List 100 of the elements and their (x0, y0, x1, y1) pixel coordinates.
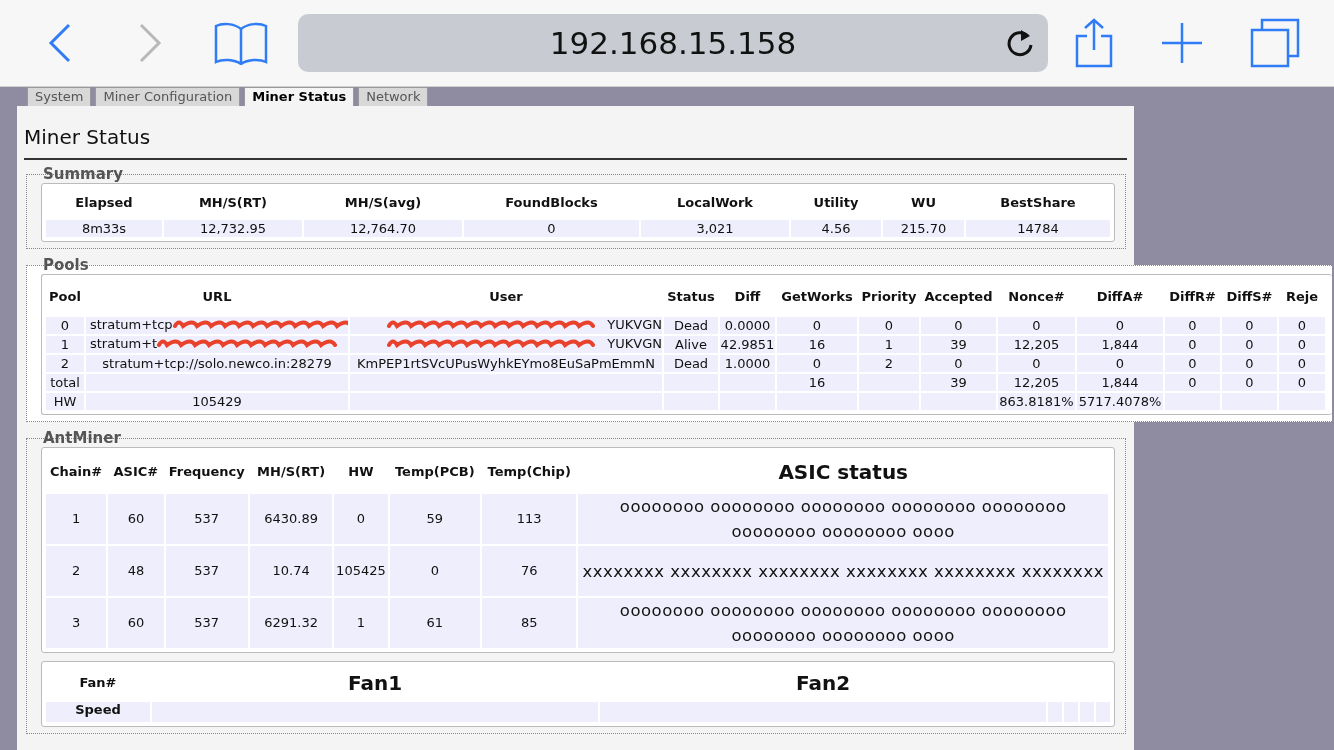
column-header: Fan# (78, 674, 118, 693)
column-header: DiffS# (1225, 288, 1274, 307)
table-cell-text: 0 (1188, 355, 1197, 371)
section-legend: AntMiner (41, 429, 1115, 447)
table-cell-text: 39 (950, 336, 967, 352)
column-header: Nonce# (1007, 288, 1066, 307)
table-cell: 8m33s (46, 220, 162, 237)
table-cell-text: 2 (884, 355, 894, 371)
table-cell-text: 1 (884, 336, 894, 352)
column-header: URL (201, 288, 233, 307)
table-cell-text: 42.9851 (720, 336, 775, 352)
column-header: DiffR# (1168, 288, 1217, 307)
table-cell-text: 0 (1115, 317, 1125, 333)
table-cell-text: 0 (1032, 355, 1041, 371)
table-cell-text: Dead (673, 355, 709, 371)
table-cell-text: YUKVGN (607, 317, 662, 333)
table-cell: 59 (389, 494, 480, 544)
table-cell-text: 0 (1188, 374, 1197, 390)
table-cell: 1 (334, 598, 388, 648)
table-cell: 6291.32 (249, 598, 333, 648)
column-header: Elapsed (74, 194, 134, 213)
column-header: GetWorks (780, 288, 854, 307)
table-cell: oooooooo oooooooo oooooooo oooooooo oooooooo oooooooo oooooooo oooo (578, 494, 1108, 544)
table-cell: 0 (464, 220, 639, 237)
table-cell-text: stratum+t (90, 336, 158, 352)
table-cell-text: stratum+tcp (90, 317, 173, 333)
table-cell-text: total (50, 374, 80, 390)
table-cell: 76 (482, 546, 577, 596)
column-header: WU (910, 194, 937, 213)
tab[interactable]: Miner Status (244, 87, 355, 106)
column-header: Utility (812, 194, 860, 213)
column-header: DiffA# (1095, 288, 1145, 307)
table-cell-text: 863.8181% (999, 393, 1074, 409)
tab[interactable]: Miner Configuration (95, 87, 241, 106)
table-cell-text: 0 (1245, 355, 1254, 371)
url-text: 192.168.15.158 (549, 23, 797, 63)
table-cell-text: 1,844 (1101, 336, 1139, 352)
table-cell: 61 (389, 598, 480, 648)
column-header: Fan1 (346, 670, 404, 697)
column-header: Frequency (167, 463, 246, 482)
table-cell: 12,732.95 (164, 220, 302, 237)
table-cell-text: Alive (675, 336, 707, 352)
table-cell: 1 (46, 494, 107, 544)
table-cell: 537 (165, 598, 248, 648)
table-cell-text: 1 (60, 336, 70, 352)
table-cell-text: 0 (1297, 317, 1307, 333)
column-header: LocalWork (676, 194, 754, 213)
column-header: ASIC# (112, 463, 160, 482)
table-cell-text: 1,844 (1101, 374, 1139, 390)
column-header: FoundBlocks (504, 194, 599, 213)
tab[interactable]: Network (358, 87, 429, 106)
column-header: Diff (733, 288, 762, 307)
column-header: BestShare (999, 194, 1077, 213)
table-cell-text: 0 (884, 317, 894, 333)
table-cell: 60 (108, 494, 164, 544)
column-header: MH/S(avg) (343, 194, 423, 213)
column-header: ASIC status (777, 459, 910, 486)
table-cell-text: 0 (1115, 355, 1125, 371)
table-cell: 3 (46, 598, 107, 648)
table-cell-text: 2 (60, 355, 70, 371)
column-header: User (488, 288, 524, 307)
table-cell: 3,021 (641, 220, 789, 237)
table-cell-text: 105429 (192, 393, 242, 409)
table-cell-text: 1.0000 (724, 355, 771, 371)
table-cell: 60 (108, 598, 164, 648)
section-legend: Pools (41, 256, 1332, 274)
table-cell-text: KmPEP1rtSVcUPusWyhkEYmo8EuSaPmEmmN (357, 355, 655, 371)
section-legend: Summary (41, 165, 1115, 183)
table-cell-text: 16 (808, 374, 826, 390)
table-cell: 12,764.70 (304, 220, 462, 237)
table-cell: 4.56 (791, 220, 881, 237)
table-cell-text: 0 (1297, 336, 1307, 352)
tab[interactable]: System (27, 87, 92, 106)
table-cell-text: 0 (812, 355, 822, 371)
table-cell: 537 (165, 494, 248, 544)
table-cell: oooooooo oooooooo oooooooo oooooooo oooooooo oooooooo oooooooo oooo (578, 598, 1108, 648)
table-cell-text: 0 (1297, 374, 1307, 390)
table-cell-text: 0 (1245, 374, 1254, 390)
table-cell-text: 0 (812, 317, 822, 333)
table-cell: 0 (389, 546, 480, 596)
column-header: Reje (1284, 288, 1320, 307)
table-cell-text: 0 (60, 317, 70, 333)
table-cell-text: 12,205 (1013, 374, 1060, 390)
table-cell-text: 0 (1032, 317, 1041, 333)
column-header: Fan2 (794, 670, 852, 697)
address-bar[interactable]: 192.168.15.158 (298, 14, 1048, 72)
column-header: MH/S(RT) (197, 194, 269, 213)
table-cell-text: stratum+tcp://solo.newco.in:28279 (102, 355, 332, 371)
table-cell-text: 12,205 (1013, 336, 1060, 352)
column-header: MH/S(RT) (256, 463, 327, 482)
table-cell-text: 0 (1188, 336, 1197, 352)
table-cell: 85 (482, 598, 577, 648)
table-cell-text: 0 (1245, 317, 1254, 333)
table-cell: 6430.89 (249, 494, 333, 544)
table-cell-text: 0 (1297, 355, 1307, 371)
column-header: Chain# (49, 463, 104, 482)
table-cell: 113 (482, 494, 577, 544)
table-cell: 14784 (966, 220, 1110, 237)
table-cell-text: 39 (950, 374, 967, 390)
table-cell-text: 0 (1245, 336, 1254, 352)
